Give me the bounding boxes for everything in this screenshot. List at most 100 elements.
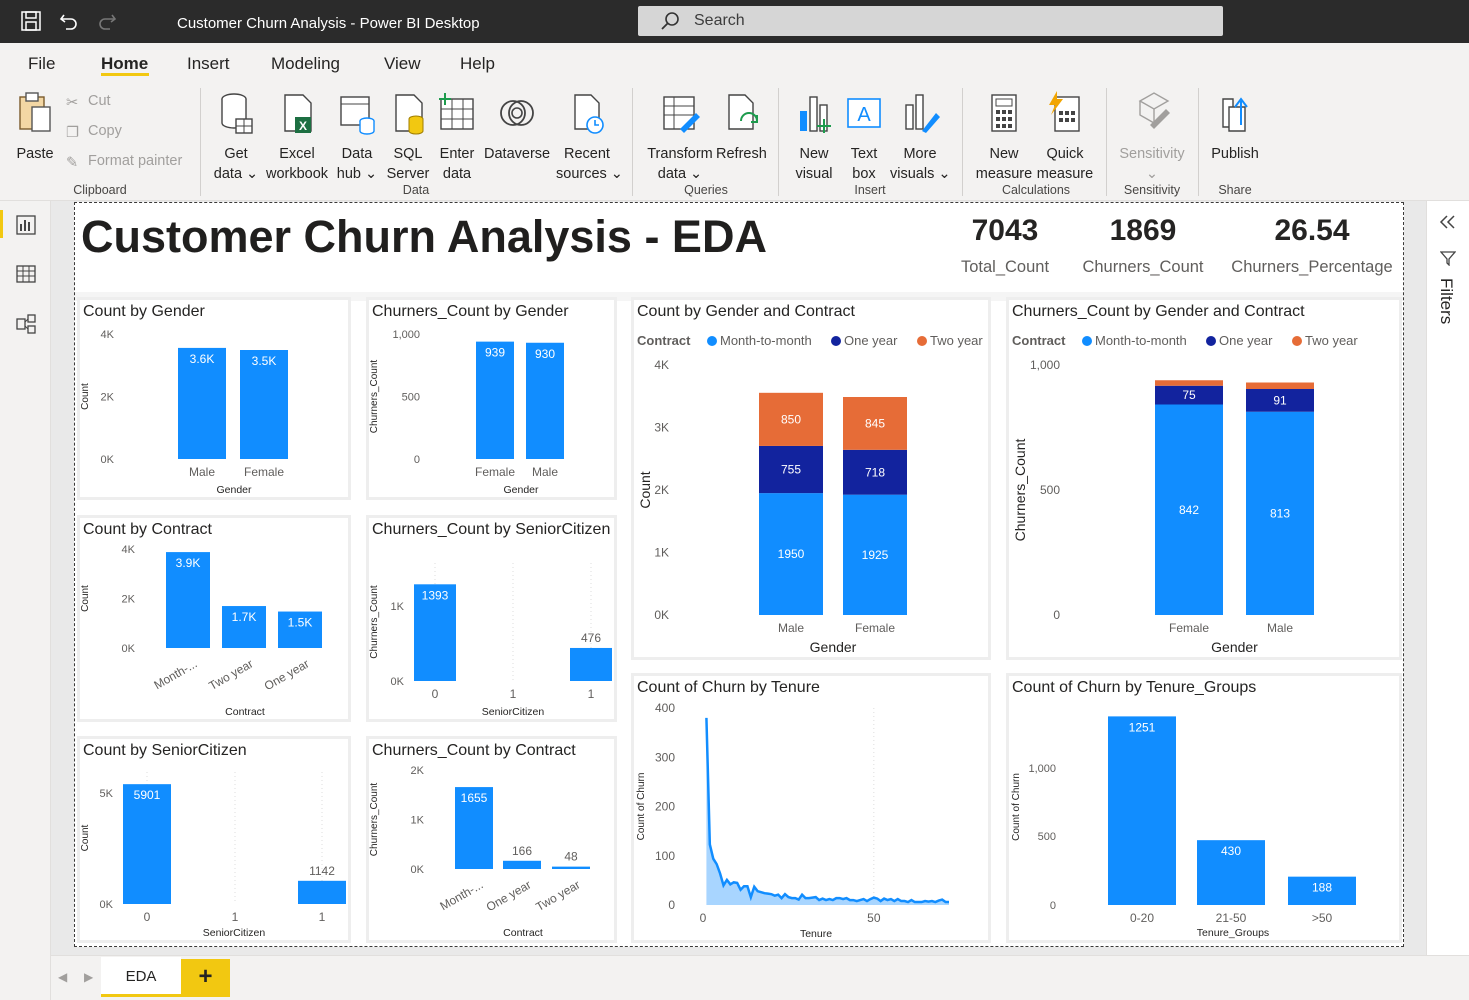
quick-measure-button[interactable]: Quick measure: [1034, 91, 1096, 183]
data-label: 1950: [778, 547, 805, 561]
menu-view[interactable]: View: [384, 54, 421, 74]
y-tick-label: 2K: [411, 765, 425, 777]
x-axis-label: Gender: [216, 484, 252, 496]
scissors-icon: ✂: [66, 95, 79, 111]
x-tick-label: 1: [232, 910, 239, 924]
group-separator: [200, 88, 201, 196]
bar: [298, 880, 346, 904]
legend-marker: [1292, 336, 1302, 346]
table-add-icon: [439, 93, 474, 130]
data-label: 476: [581, 631, 601, 645]
publish-button[interactable]: Publish: [1208, 91, 1262, 183]
copy-button[interactable]: ❐ Copy: [66, 123, 122, 141]
copy-icon: ❐: [66, 125, 79, 141]
y-tick-label: 1K: [391, 601, 405, 613]
chart-count-by-gender[interactable]: Count by Gender 4K 2K 0K Count 3.6K 3.5K Male Fe…: [77, 297, 351, 500]
text-box-button[interactable]: A Text box: [842, 91, 886, 183]
legend-title: Contract: [637, 333, 691, 348]
visual-frame: [366, 515, 617, 722]
group-separator: [962, 88, 963, 196]
menu-home[interactable]: Home: [101, 54, 148, 74]
data-label: 755: [781, 463, 801, 477]
save-icon[interactable]: [20, 10, 42, 32]
menu-modeling[interactable]: Modeling: [271, 54, 340, 74]
search-icon: [661, 12, 679, 30]
y-tick-label: 1,000: [1030, 358, 1060, 372]
y-axis-label: Churners_Count: [1012, 439, 1028, 542]
calculator-icon: [991, 94, 1017, 132]
y-tick-label: 1K: [654, 546, 669, 560]
more-visuals-button[interactable]: More visuals ⌄: [890, 91, 951, 183]
format-painter-label: Format painter: [88, 153, 183, 169]
chart-title: Count of Churn by Tenure: [637, 679, 820, 696]
bar: [552, 866, 590, 869]
paste-button[interactable]: Paste: [12, 91, 58, 171]
more-visuals-icon: [905, 94, 940, 133]
chart-title: Count by Gender: [83, 303, 206, 320]
kpi-churners-percentage-label: Churners_Percentage: [1231, 258, 1393, 276]
y-tick-label: 0: [668, 898, 675, 912]
sql-server-button[interactable]: SQL Server: [386, 91, 430, 183]
enter-data-button[interactable]: Enter data: [436, 91, 478, 183]
menu-help[interactable]: Help: [460, 54, 495, 74]
legend-item: One year: [844, 333, 898, 348]
data-label: 430: [1221, 844, 1241, 858]
y-tick-label: 0K: [411, 864, 425, 876]
kpi-churners-percentage-value: 26.54: [1274, 214, 1350, 247]
filters-label[interactable]: Filters: [1436, 278, 1456, 324]
refresh-button[interactable]: Refresh: [716, 91, 767, 183]
y-axis-label: Count: [80, 383, 91, 410]
dataverse-button[interactable]: Dataverse: [484, 91, 550, 183]
x-tick-label: 0: [432, 687, 439, 701]
excel-label: Excel workbook: [265, 146, 329, 182]
prev-page-icon[interactable]: ◀: [58, 970, 67, 984]
brush-icon: ✎: [66, 155, 79, 171]
menu-insert[interactable]: Insert: [187, 54, 230, 74]
collapse-icon[interactable]: [1437, 213, 1459, 231]
bar-segment: [1246, 382, 1314, 389]
new-visual-button[interactable]: New visual: [792, 91, 836, 183]
kpi-churners-count-value: 1869: [1109, 214, 1177, 247]
search-box[interactable]: Search: [638, 6, 1223, 36]
chart-count-by-contract[interactable]: Count by Contract 4K 2K 0K Count 3.9K 1.7K 1.5K…: [77, 515, 351, 722]
dataverse-icon: [500, 100, 534, 126]
y-tick-label: 2K: [101, 392, 115, 404]
undo-icon[interactable]: [58, 10, 80, 32]
chart-churn-by-tenure-groups[interactable]: Count of Churn by Tenure_Groups 1,000 500 0…: [1006, 673, 1402, 943]
sensitivity-button[interactable]: Sensitivity ⌄: [1116, 91, 1188, 183]
chart-churners-by-gender[interactable]: Churners_Count by Gender 1,000 500 0 Churner…: [366, 297, 617, 500]
model-view-icon[interactable]: [15, 313, 37, 335]
chart-churners-by-senior[interactable]: Churners_Count by SeniorCitizen 1K 0K Churn…: [366, 515, 617, 722]
add-page-button[interactable]: +: [181, 959, 230, 997]
chart-churners-by-gender-contract[interactable]: Churners_Count by Gender and Contract Con…: [1006, 297, 1402, 660]
x-tick-label: Female: [244, 465, 284, 479]
data-hub-button[interactable]: Data hub ⌄: [334, 91, 380, 183]
active-tab-indicator: [101, 73, 149, 76]
new-measure-button[interactable]: New measure: [974, 91, 1034, 183]
x-axis-label: SeniorCitizen: [203, 927, 266, 939]
y-axis-label: Count: [637, 471, 653, 508]
group-share: Share: [1218, 183, 1252, 197]
format-painter-button[interactable]: ✎ Format painter: [66, 153, 182, 171]
recent-sources-button[interactable]: Recent sources ⌄: [556, 91, 623, 183]
cut-button[interactable]: ✂ Cut: [66, 93, 111, 111]
excel-workbook-button[interactable]: X Excel workbook: [264, 91, 330, 183]
chart-title: Churners_Count by SeniorCitizen: [372, 521, 610, 538]
chart-churners-by-contract[interactable]: Churners_Count by Contract 2K 1K 0K Churners…: [366, 736, 617, 943]
data-view-icon[interactable]: [15, 263, 37, 285]
redo-icon[interactable]: [96, 10, 118, 32]
new-visual-label: New visual: [795, 146, 833, 182]
chart-count-by-senior[interactable]: Count by SeniorCitizen 5K 0K Count 5901 1142 0…: [77, 736, 351, 943]
y-tick-label: 100: [655, 849, 675, 863]
group-sensitivity: Sensitivity: [1123, 183, 1181, 197]
chart-count-by-gender-contract[interactable]: Count by Gender and Contract Contract Mont…: [631, 297, 991, 660]
report-view-icon[interactable]: [15, 214, 37, 236]
get-data-button[interactable]: Get data ⌄: [212, 91, 260, 183]
chart-churn-by-tenure[interactable]: Count of Churn by Tenure 400 300 200 100 0 0 50…: [631, 673, 991, 943]
next-page-icon[interactable]: ▶: [84, 970, 93, 984]
data-label: 1.7K: [232, 610, 257, 624]
menu-file[interactable]: File: [28, 54, 55, 74]
data-label: 3.6K: [190, 352, 215, 366]
transform-data-button[interactable]: Transform data ⌄: [644, 91, 716, 183]
page-tab-eda[interactable]: EDA: [101, 957, 181, 997]
